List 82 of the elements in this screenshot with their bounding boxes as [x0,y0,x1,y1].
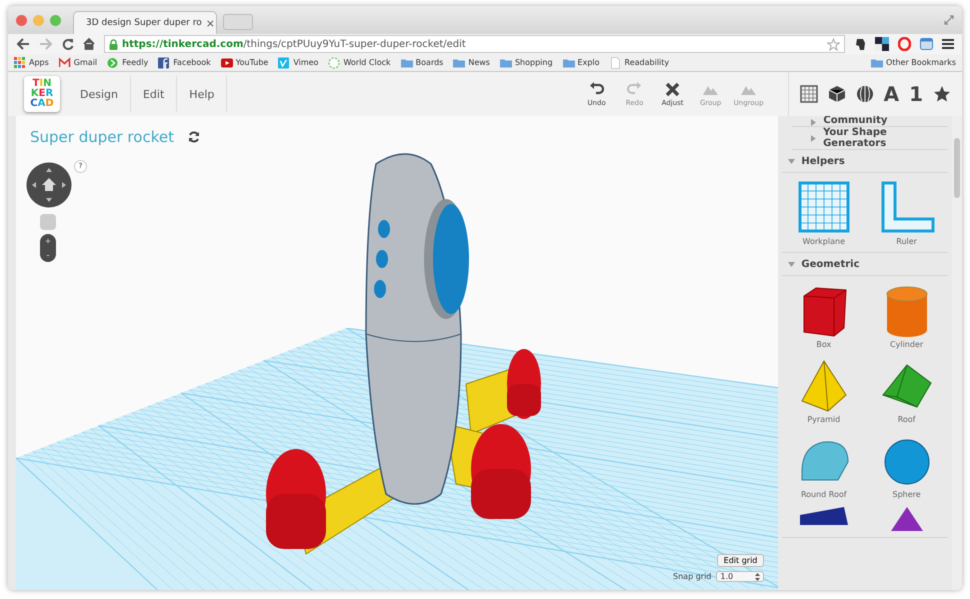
snap-grid-label: Snap grid [673,572,712,581]
back-arrow-icon[interactable] [16,38,30,50]
play-icon [220,56,233,68]
cube-icon[interactable] [828,85,846,103]
down-triangle-icon [788,158,796,164]
undo-arrow-icon [589,82,604,96]
right-triangle-icon [810,134,818,142]
bookmark-link[interactable]: Gmail [58,56,98,68]
zoom-out-button[interactable]: - [40,248,56,262]
wedge-shape [800,507,848,525]
window-control-button[interactable] [16,14,27,26]
menu-item[interactable]: Help [177,76,228,112]
down-triangle-icon [788,260,796,268]
bookmark-link[interactable]: News [453,56,490,68]
star-icon[interactable] [827,38,840,50]
shape-tile[interactable]: Cylinder [865,282,948,349]
cone-shape [890,507,923,531]
calendar-icon[interactable] [920,38,933,50]
folder-icon [400,56,413,68]
folder-icon [562,56,575,68]
squares-icon[interactable] [875,37,889,51]
shape-tile[interactable]: Sphere [865,432,948,499]
view-navigation-dial[interactable] [26,162,72,208]
tab-title: 3D design Super duper ro [86,18,202,28]
url-text: https://tinkercad.com/things/cptPUuy9YuT-super-duper-rocket/edit [122,38,466,50]
section-header[interactable]: Geometric [782,253,948,276]
striped-ball-icon[interactable] [856,85,874,103]
clock-icon [328,56,340,68]
bookmark-link[interactable]: Other Bookmarks [871,56,956,68]
apps-grid-icon [14,56,26,68]
shape-tile[interactable]: Box [782,282,866,349]
scrollbar-thumb[interactable] [954,138,960,198]
browser-tab[interactable]: 3D design Super duper ro × [73,11,217,34]
page-icon [610,56,622,68]
shape-tile[interactable]: Round Roof [782,432,866,499]
shape-tile[interactable]: Ruler [865,179,948,246]
crossed-tools-icon [665,82,680,96]
right-triangle-icon [810,119,818,126]
bookmark-link[interactable]: Shopping [500,56,553,68]
grid-icon[interactable] [800,85,818,103]
logo-tile[interactable]: TIN KER CAD [24,76,60,112]
reload-icon[interactable] [62,38,74,50]
logo-text: TIN [32,79,52,89]
logo-text: CAD [30,99,54,109]
bookmark-link[interactable]: YouTube [220,56,268,68]
edit-grid-button[interactable]: Edit grid [716,554,764,567]
letter-v-icon [278,56,290,68]
shape-tile[interactable]: Workplane [782,179,866,246]
panel-tab[interactable]: A [880,82,902,106]
letter-f-icon [158,56,170,68]
folder-icon [500,56,512,68]
menu-item[interactable]: Design [68,76,131,112]
star-icon[interactable] [933,85,951,103]
stepper-arrows-icon [755,572,760,580]
shape-tile[interactable]: Pyramid [782,357,866,424]
home-icon[interactable] [83,38,95,50]
redo-arrow-icon [627,82,642,96]
panel-tab[interactable]: 1 [906,82,926,106]
bookmark-link[interactable]: Apps [14,56,49,68]
bookmark-link[interactable]: Feedly [107,56,148,68]
section-header[interactable]: Your Shape Generators [792,127,948,150]
padlock-icon [109,38,118,50]
logo-text: KER [30,89,54,99]
bookmark-link[interactable]: Readability [610,56,670,68]
zoom-in-button[interactable]: + [40,234,56,248]
section-header[interactable]: Helpers [782,150,948,173]
bookmark-link[interactable]: Explo [562,56,600,68]
letter-m-icon [58,56,71,68]
snap-grid-select[interactable]: 1.0 [716,571,764,582]
bookmark-link[interactable]: World Clock [328,56,391,68]
bookmark-link[interactable]: Vimeo [278,56,318,68]
refresh-icon[interactable] [188,131,200,143]
close-icon[interactable]: × [206,16,215,30]
bookmark-link[interactable]: Boards [400,56,444,68]
menu-item[interactable]: Edit [130,76,178,112]
folder-icon [453,56,466,68]
menu-icon[interactable] [942,39,954,49]
bookmark-link[interactable]: Facebook [158,56,211,68]
fullscreen-icon[interactable] [944,15,954,25]
folder-icon [871,56,884,68]
address-bar[interactable]: https://tinkercad.com/things/cptPUuy9YuT-super-duper-rocket/edit [104,35,845,53]
shape-tile[interactable]: Roof [865,357,948,424]
